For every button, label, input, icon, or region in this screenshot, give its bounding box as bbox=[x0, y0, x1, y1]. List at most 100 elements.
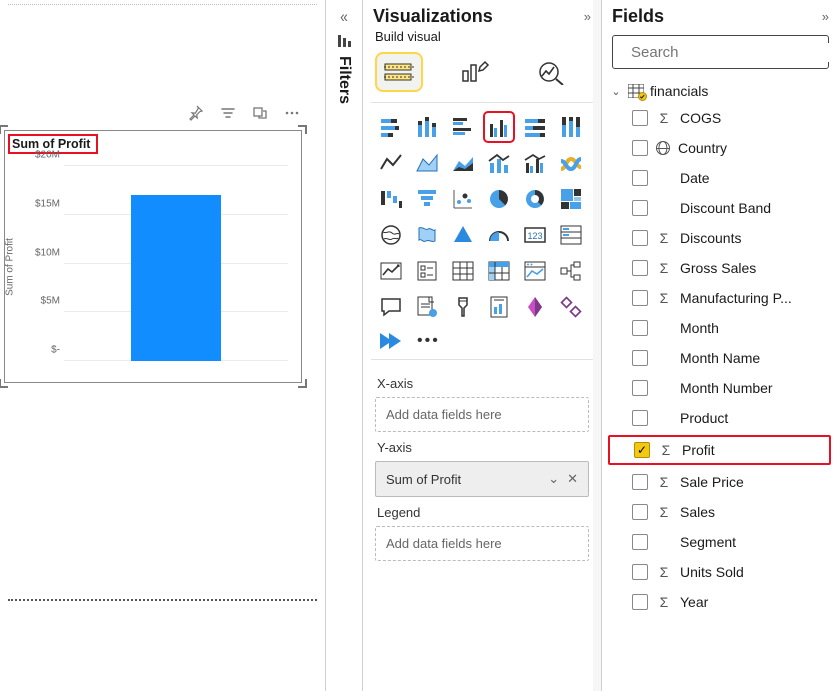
format-visual-mode-button[interactable] bbox=[453, 54, 497, 90]
filter-icon[interactable] bbox=[220, 105, 236, 121]
qna-icon[interactable] bbox=[377, 293, 405, 321]
field-row[interactable]: Country bbox=[608, 133, 831, 163]
stacked-area-chart-icon[interactable] bbox=[449, 149, 477, 177]
report-canvas[interactable]: Sum of Profit Sum of Profit $- $5M $10M … bbox=[0, 0, 326, 691]
y-axis-label: Y-axis bbox=[377, 440, 587, 455]
field-checkbox[interactable] bbox=[632, 200, 648, 216]
field-checkbox[interactable] bbox=[632, 320, 648, 336]
field-row[interactable]: ✓ΣProfit bbox=[608, 435, 831, 465]
matrix-icon[interactable] bbox=[485, 257, 513, 285]
sigma-icon: Σ bbox=[656, 594, 672, 610]
map-icon[interactable] bbox=[377, 221, 405, 249]
chevron-down-icon[interactable]: ⌄ bbox=[548, 471, 559, 487]
canvas-top-guide bbox=[8, 4, 317, 5]
table-icon[interactable] bbox=[449, 257, 477, 285]
waterfall-chart-icon[interactable] bbox=[377, 185, 405, 213]
pin-icon[interactable] bbox=[188, 105, 204, 121]
field-row[interactable]: ΣCOGS bbox=[608, 103, 831, 133]
decomposition-tree-icon[interactable] bbox=[557, 257, 585, 285]
field-checkbox[interactable] bbox=[632, 410, 648, 426]
field-row[interactable]: Month bbox=[608, 313, 831, 343]
field-row[interactable]: ΣYear bbox=[608, 587, 831, 617]
field-row[interactable]: Segment bbox=[608, 527, 831, 557]
ribbon-chart-icon[interactable] bbox=[557, 149, 585, 177]
power-apps-icon[interactable] bbox=[521, 293, 549, 321]
field-checkbox[interactable] bbox=[632, 504, 648, 520]
field-row[interactable]: Discount Band bbox=[608, 193, 831, 223]
line-chart-icon[interactable] bbox=[377, 149, 405, 177]
multi-row-card-icon[interactable] bbox=[557, 221, 585, 249]
smart-narrative-icon[interactable] bbox=[413, 293, 441, 321]
table-node[interactable]: ⌄ financials bbox=[608, 79, 831, 103]
field-row[interactable]: Date bbox=[608, 163, 831, 193]
field-row[interactable]: ΣManufacturing P... bbox=[608, 283, 831, 313]
gauge-icon[interactable] bbox=[485, 221, 513, 249]
field-name: Discount Band bbox=[680, 200, 771, 216]
donut-chart-icon[interactable] bbox=[521, 185, 549, 213]
expand-chevron-icon[interactable]: » bbox=[584, 9, 591, 24]
expand-chevron-icon[interactable]: » bbox=[822, 9, 829, 24]
field-checkbox[interactable] bbox=[632, 564, 648, 580]
line-clustered-column-icon[interactable] bbox=[521, 149, 549, 177]
visual-container[interactable]: Sum of Profit Sum of Profit $- $5M $10M … bbox=[4, 130, 302, 383]
filters-pane-collapsed[interactable]: « Filters bbox=[326, 0, 362, 691]
r-visual-icon[interactable] bbox=[521, 257, 549, 285]
clustered-column-chart-icon[interactable] bbox=[485, 113, 513, 141]
collapse-chevron-icon[interactable]: « bbox=[340, 6, 348, 25]
search-input[interactable] bbox=[629, 43, 832, 62]
field-checkbox[interactable] bbox=[632, 170, 648, 186]
field-row[interactable]: Month Name bbox=[608, 343, 831, 373]
get-more-visuals-icon[interactable]: ••• bbox=[417, 333, 440, 349]
field-checkbox[interactable] bbox=[632, 140, 648, 156]
clustered-bar-chart-icon[interactable] bbox=[449, 113, 477, 141]
field-row[interactable]: Product bbox=[608, 403, 831, 433]
stacked-bar-chart-icon[interactable] bbox=[377, 113, 405, 141]
remove-field-icon[interactable]: ✕ bbox=[567, 471, 578, 487]
filled-map-icon[interactable] bbox=[413, 221, 441, 249]
field-row[interactable]: Month Number bbox=[608, 373, 831, 403]
slicer-icon[interactable] bbox=[413, 257, 441, 285]
legend-well[interactable]: Add data fields here bbox=[375, 526, 589, 561]
power-automate-icon[interactable] bbox=[379, 331, 403, 351]
field-row[interactable]: ΣGross Sales bbox=[608, 253, 831, 283]
stacked-column-chart-icon[interactable] bbox=[413, 113, 441, 141]
y-axis-well[interactable]: Sum of Profit ⌄ ✕ bbox=[375, 461, 589, 497]
field-checkbox[interactable] bbox=[632, 474, 648, 490]
scatter-chart-icon[interactable] bbox=[449, 185, 477, 213]
field-checkbox[interactable] bbox=[632, 110, 648, 126]
x-axis-well[interactable]: Add data fields here bbox=[375, 397, 589, 432]
field-checkbox[interactable] bbox=[632, 594, 648, 610]
paginated-report-icon[interactable] bbox=[485, 293, 513, 321]
chart-bar[interactable] bbox=[131, 195, 221, 361]
analytics-mode-button[interactable] bbox=[529, 54, 573, 90]
line-stacked-column-icon[interactable] bbox=[485, 149, 513, 177]
treemap-icon[interactable] bbox=[557, 185, 585, 213]
field-row[interactable]: ΣUnits Sold bbox=[608, 557, 831, 587]
pane-scrollbar[interactable] bbox=[593, 0, 601, 691]
field-checkbox[interactable] bbox=[632, 290, 648, 306]
field-checkbox[interactable] bbox=[632, 260, 648, 276]
field-row[interactable]: ΣSale Price bbox=[608, 467, 831, 497]
field-row[interactable]: ΣDiscounts bbox=[608, 223, 831, 253]
field-row[interactable]: ΣSales bbox=[608, 497, 831, 527]
build-visual-mode-button[interactable] bbox=[377, 54, 421, 90]
fields-search[interactable] bbox=[612, 35, 829, 69]
hundred-stacked-column-icon[interactable] bbox=[557, 113, 585, 141]
field-checkbox[interactable] bbox=[632, 350, 648, 366]
field-checkbox[interactable]: ✓ bbox=[634, 442, 650, 458]
field-checkbox[interactable] bbox=[632, 534, 648, 550]
kpi-icon[interactable] bbox=[377, 257, 405, 285]
pie-chart-icon[interactable] bbox=[485, 185, 513, 213]
key-influencers-icon[interactable] bbox=[449, 293, 477, 321]
field-name: Date bbox=[680, 170, 710, 186]
field-checkbox[interactable] bbox=[632, 380, 648, 396]
more-options-icon[interactable] bbox=[284, 105, 300, 121]
funnel-chart-icon[interactable] bbox=[413, 185, 441, 213]
field-checkbox[interactable] bbox=[632, 230, 648, 246]
area-chart-icon[interactable] bbox=[413, 149, 441, 177]
azure-map-icon[interactable] bbox=[449, 221, 477, 249]
focus-mode-icon[interactable] bbox=[252, 105, 268, 121]
card-icon[interactable]: 123 bbox=[521, 221, 549, 249]
python-visual-icon[interactable] bbox=[557, 293, 585, 321]
hundred-stacked-bar-icon[interactable] bbox=[521, 113, 549, 141]
